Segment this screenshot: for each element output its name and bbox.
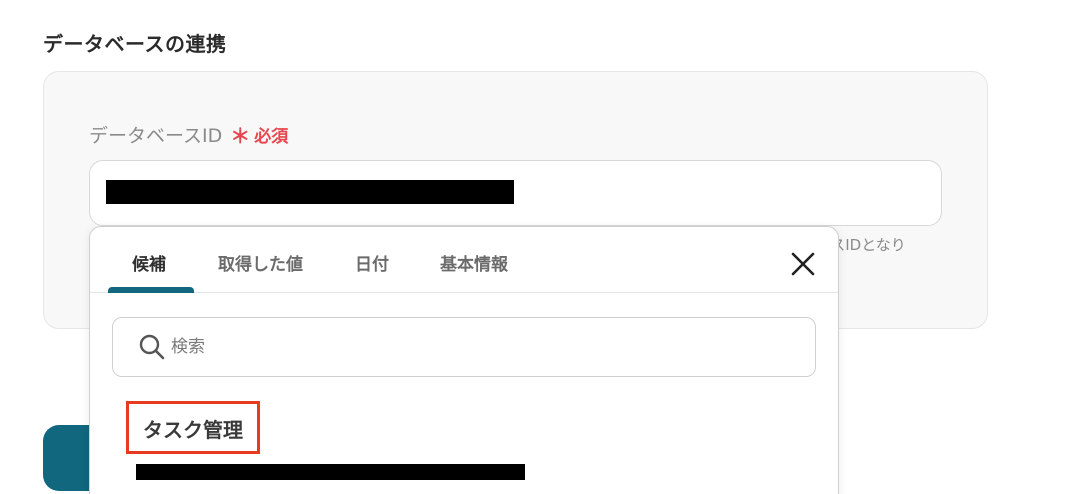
search-icon bbox=[139, 334, 165, 360]
required-asterisk-icon: ＊ bbox=[230, 124, 251, 148]
database-id-label: データベースID ＊ 必須 bbox=[89, 120, 288, 149]
result-title: タスク管理 bbox=[126, 401, 260, 454]
value-picker-popup: 候補 取得した値 日付 基本情報 タスク管理 bbox=[89, 226, 839, 494]
search-field[interactable] bbox=[112, 317, 816, 377]
tab-date[interactable]: 日付 bbox=[355, 250, 389, 275]
redacted-result-id bbox=[136, 464, 525, 480]
search-input[interactable] bbox=[171, 332, 771, 362]
close-icon[interactable] bbox=[790, 251, 816, 277]
tab-retrieved-values[interactable]: 取得した値 bbox=[218, 250, 303, 275]
required-text: 必須 bbox=[254, 127, 289, 147]
picker-tabs: 候補 取得した値 日付 基本情報 bbox=[90, 227, 838, 293]
required-badge: ＊ 必須 bbox=[230, 120, 288, 149]
tab-candidates[interactable]: 候補 bbox=[132, 250, 166, 275]
page-root: データベースの連携 データベースID ＊ 必須 ースIDとなり 候補 取得した値… bbox=[0, 0, 1068, 494]
redacted-database-id-value bbox=[106, 180, 514, 204]
database-id-label-text: データベースID bbox=[89, 125, 223, 147]
tab-basic-info[interactable]: 基本情報 bbox=[440, 250, 508, 275]
active-tab-indicator bbox=[108, 287, 194, 293]
section-title: データベースの連携 bbox=[43, 32, 227, 56]
list-item[interactable]: タスク管理 bbox=[126, 401, 260, 454]
